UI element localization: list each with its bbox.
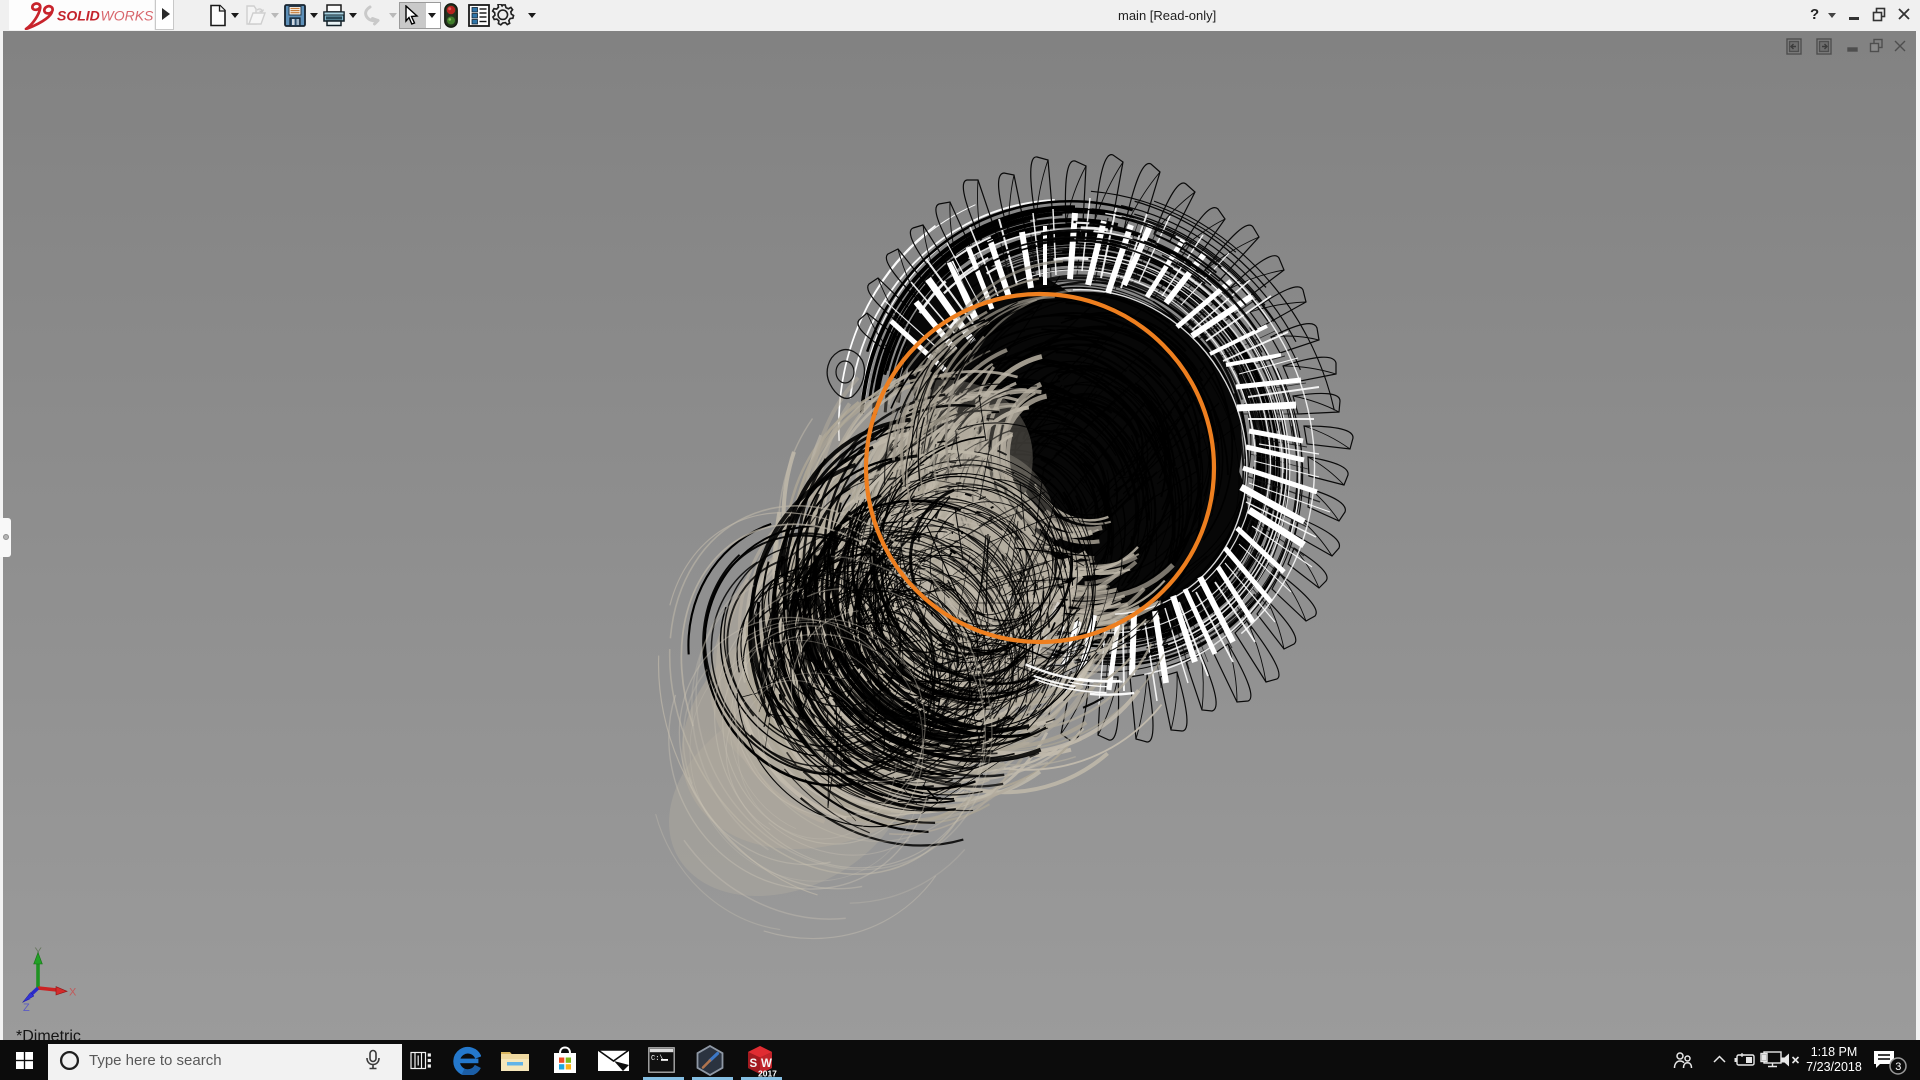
- svg-text:3: 3: [1895, 1061, 1901, 1073]
- svg-text:Z: Z: [23, 1002, 30, 1014]
- svg-text:SOLID: SOLID: [57, 8, 100, 24]
- svg-text:WORKS: WORKS: [101, 8, 155, 24]
- svg-text:S: S: [750, 1058, 758, 1070]
- svg-text:X: X: [69, 987, 77, 999]
